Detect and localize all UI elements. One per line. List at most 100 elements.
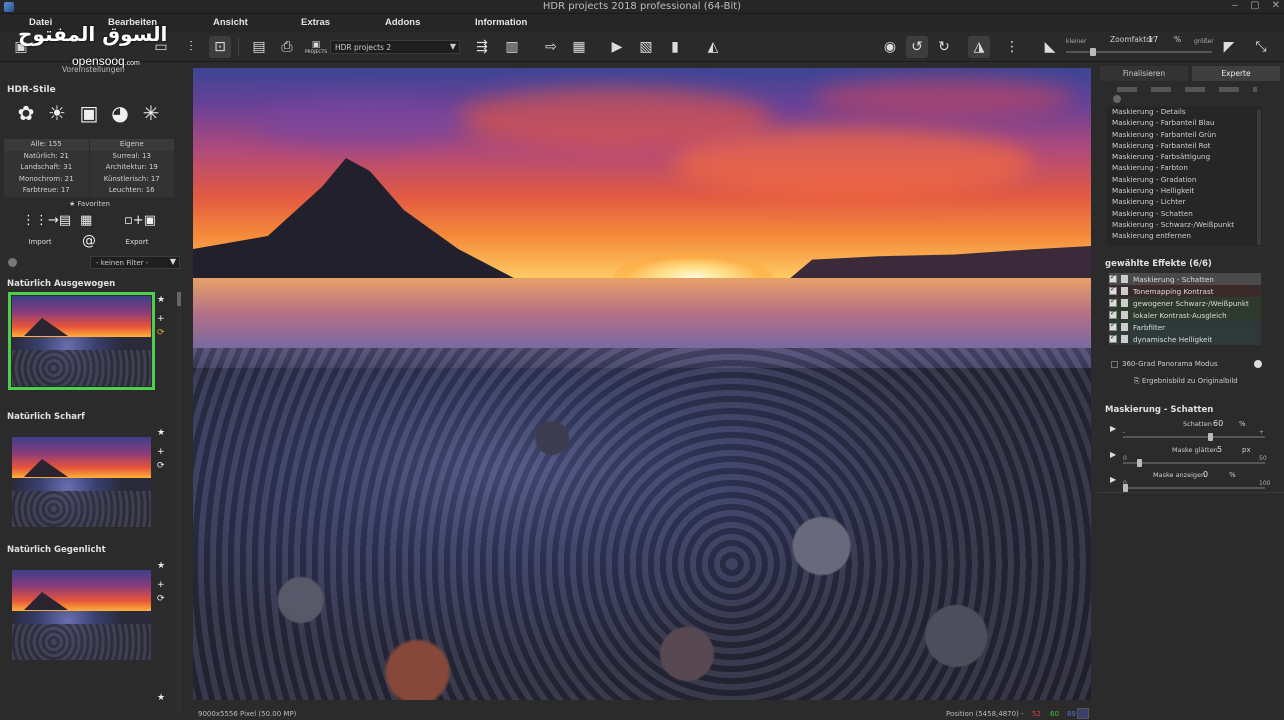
checkbox[interactable]	[1109, 321, 1117, 331]
category-surreal[interactable]: Surreal: 13	[89, 150, 174, 162]
selected-effect-row[interactable]: Maskierung - Schatten	[1109, 273, 1261, 285]
import-grid-icon[interactable]: ⋮⋮→▤	[22, 213, 71, 228]
list-item[interactable]: Maskierung - Farbton	[1107, 162, 1262, 173]
list-item[interactable]: Maskierung - Lichter	[1107, 196, 1262, 207]
param-slider[interactable]	[1123, 484, 1265, 492]
filter-select[interactable]: - keinen Filter - ▼	[90, 256, 180, 269]
arrange-icon[interactable]: ⇶	[471, 36, 493, 58]
star-icon[interactable]: ★	[157, 693, 165, 703]
voreinstellungen-label[interactable]: Voreinstellungen	[62, 65, 125, 74]
list-item[interactable]: Maskierung - Helligkeit	[1107, 185, 1262, 196]
selected-effect-row[interactable]: Farbfilter	[1109, 321, 1261, 333]
layers-icon[interactable]: ▥	[501, 36, 523, 58]
checkbox[interactable]	[1109, 333, 1117, 343]
favorites-button[interactable]: ★ Favoriten	[4, 200, 175, 208]
preset-thumbnail[interactable]	[12, 570, 151, 660]
history-icon[interactable]: ↺	[906, 36, 928, 58]
filter-toggle-icon[interactable]	[8, 258, 17, 267]
more-icon[interactable]: ⋮	[1001, 36, 1023, 58]
list-item[interactable]: Maskierung - Farbsättigung	[1107, 151, 1262, 162]
camera-icon[interactable]: ▣	[77, 101, 101, 125]
play-icon[interactable]: ▶	[1110, 424, 1116, 433]
param-slider-knob[interactable]	[1207, 433, 1213, 441]
slideshow-icon[interactable]: ▦	[568, 36, 590, 58]
natural-icon[interactable]: ✿	[14, 101, 38, 125]
selected-effect-row[interactable]: gewogener Schwarz-/Weißpunkt	[1109, 297, 1261, 309]
list-item[interactable]: Maskierung entfernen	[1107, 230, 1262, 241]
play-icon[interactable]: ▶	[606, 36, 628, 58]
export-button[interactable]: Export	[121, 238, 153, 246]
batch-grid-icon[interactable]: ▦	[80, 213, 92, 228]
print-icon[interactable]: ⎙	[276, 36, 298, 58]
menu-addons[interactable]: Addons	[385, 17, 420, 28]
category-artistic[interactable]: Künstlerisch: 17	[89, 173, 174, 185]
tab-finalize[interactable]: Finalisieren	[1100, 66, 1188, 81]
menu-information[interactable]: Information	[475, 17, 527, 28]
category-own[interactable]: Eigene	[89, 139, 174, 151]
at-icon[interactable]: @	[82, 233, 96, 249]
param-slider[interactable]	[1123, 433, 1265, 441]
selected-effect-row[interactable]: lokaler Kontrast-Ausgleich	[1109, 309, 1261, 321]
split-view-icon[interactable]: ▧	[635, 36, 657, 58]
menu-ansicht[interactable]: Ansicht	[213, 17, 248, 28]
redo-icon[interactable]: ↻	[933, 36, 955, 58]
category-color-fidelity[interactable]: Farbtreue: 17	[4, 185, 89, 197]
menu-extras[interactable]: Extras	[301, 17, 330, 28]
play-icon[interactable]: ▶	[1110, 450, 1116, 459]
effects-scrollbar[interactable]	[1257, 110, 1261, 245]
category-natural[interactable]: Natürlich: 21	[4, 150, 89, 162]
export-grid-icon[interactable]: ▫+▣	[124, 213, 156, 228]
category-all[interactable]: Alle: 155	[4, 139, 89, 151]
filmstrip-icon[interactable]: ▮	[664, 36, 686, 58]
param-slider[interactable]	[1123, 459, 1265, 467]
zoom-in-icon[interactable]: ◤	[1218, 36, 1240, 58]
list-item[interactable]: Maskierung - Farbanteil Blau	[1107, 117, 1262, 128]
preset-thumbnail-selected[interactable]	[8, 292, 155, 390]
refresh-icon[interactable]: ⟳	[157, 461, 165, 471]
maximize-button[interactable]: ▢	[1250, 0, 1259, 11]
refresh-icon[interactable]: ⟳	[157, 328, 165, 338]
checkbox[interactable]	[1109, 297, 1117, 307]
crop-icon[interactable]: ⊡	[209, 36, 231, 58]
checkbox[interactable]	[1109, 285, 1117, 295]
param-slider-knob[interactable]	[1136, 459, 1142, 467]
minimize-button[interactable]: ‒	[1232, 0, 1238, 11]
list-item[interactable]: Maskierung - Schatten	[1107, 208, 1262, 219]
category-glow[interactable]: Leuchten: 16	[89, 185, 174, 197]
main-image-canvas[interactable]	[193, 68, 1091, 700]
import-button[interactable]: Import	[24, 238, 56, 246]
preset-select[interactable]: HDR projects 2 ▼	[330, 40, 460, 54]
star-icon[interactable]: ★	[157, 561, 165, 571]
refresh-icon[interactable]: ⟳	[157, 594, 165, 604]
add-icon[interactable]: +	[157, 580, 165, 590]
star-icon[interactable]: ★	[157, 295, 165, 305]
list-item[interactable]: Maskierung - Gradation	[1107, 174, 1262, 185]
list-item[interactable]: Maskierung - Details	[1107, 106, 1262, 117]
panorama-option[interactable]: 360-Grad Panorama Modus	[1111, 360, 1218, 368]
save-icon[interactable]: ▤	[248, 36, 270, 58]
preset-thumbnail[interactable]	[12, 437, 151, 527]
sun-icon[interactable]: ☀	[45, 101, 69, 125]
category-architecture[interactable]: Architektur: 19	[89, 162, 174, 174]
zoom-slider-knob[interactable]	[1089, 48, 1096, 56]
star-icon[interactable]: ★	[157, 428, 165, 438]
projects-icon[interactable]: ▣ PROJECTS	[305, 36, 327, 58]
sparkle-icon[interactable]: ✳	[139, 101, 163, 125]
result-to-original-button[interactable]: ⎘ Ergebnisbild zu Originalbild	[1134, 377, 1238, 386]
tab-expert[interactable]: Experte	[1192, 66, 1280, 81]
param-slider-knob[interactable]	[1123, 484, 1128, 492]
checkbox[interactable]	[1111, 360, 1118, 368]
add-icon[interactable]: +	[157, 447, 165, 457]
batch-icon[interactable]: ⇨	[540, 36, 562, 58]
fit-screen-icon[interactable]: ⤡	[1250, 36, 1272, 58]
sliders-icon[interactable]: ⫶	[180, 36, 202, 58]
play-icon[interactable]: ▶	[1110, 475, 1116, 484]
histogram-icon[interactable]: ◭	[702, 36, 724, 58]
palette-icon[interactable]: ◕	[108, 101, 132, 125]
category-monochrome[interactable]: Monochrom: 21	[4, 173, 89, 185]
close-button[interactable]: ✕	[1272, 0, 1280, 11]
left-scrollbar[interactable]	[177, 292, 181, 712]
list-item[interactable]: Maskierung - Farbanteil Grün	[1107, 129, 1262, 140]
mirror-icon[interactable]: ◮	[968, 36, 990, 58]
list-item[interactable]: Maskierung - Farbanteil Rot	[1107, 140, 1262, 151]
